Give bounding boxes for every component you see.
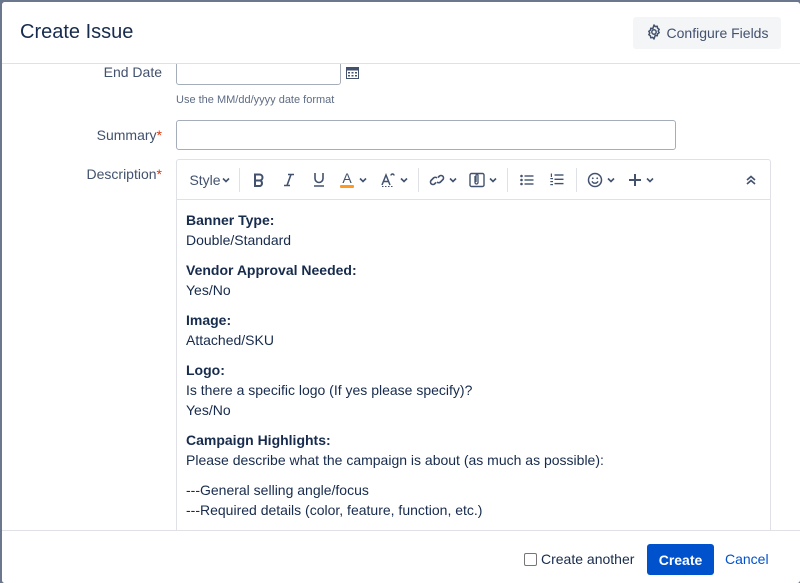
dialog-footer: Create another Create Cancel [2,530,800,583]
bullet-list-button[interactable] [512,166,542,194]
italic-button[interactable] [274,166,304,194]
create-issue-dialog: Create Issue Configure Fields End Date U… [2,2,800,583]
content-line: Attached/SKU [186,332,274,348]
create-button[interactable]: Create [647,544,714,575]
chevron-down-icon [606,177,615,183]
editor-content[interactable]: Banner Type: Double/Standard Vendor Approv… [186,210,761,530]
text-color-swatch [340,185,354,188]
content-heading: Vendor Approval Needed: [186,262,357,278]
plus-icon [628,173,642,187]
content-line: Double/Standard [186,232,292,248]
create-another-checkbox[interactable] [524,552,537,566]
bold-icon [252,173,266,187]
content-heading: Banner Type: [186,212,275,228]
text-formatting-button[interactable] [374,166,414,194]
text-color-letter: A [342,170,352,186]
emoji-icon [587,172,603,188]
toolbar-divider [507,167,508,192]
content-block: Image: Attached/SKU [186,310,761,350]
insert-more-button[interactable] [621,166,661,194]
numbered-list-icon [550,173,564,186]
editor-toolbar: Style A [177,160,770,200]
content-heading: Image: [186,312,232,328]
description-label: Description* [2,166,162,182]
summary-input[interactable] [176,120,676,150]
bold-button[interactable] [244,166,274,194]
summary-label-text: Summary [96,127,157,143]
style-dropdown[interactable]: Style [185,166,235,194]
double-chevron-up-icon [745,174,757,186]
end-date-input[interactable] [176,64,341,85]
dialog-body[interactable]: End Date Use the MM/dd/yyyy date format … [2,64,800,530]
italic-icon [282,173,296,187]
bullet-list-icon [520,174,534,186]
content-line: ---Required details (color, feature, fun… [186,502,483,518]
text-color-button[interactable]: A [334,166,374,194]
description-label-text: Description [86,166,157,182]
collapse-toolbar-button[interactable] [736,166,766,194]
content-block: ---General selling angle/focus ---Require… [186,480,761,520]
gear-icon [646,23,662,43]
chevron-down-icon [645,177,654,183]
underline-button[interactable] [304,166,334,194]
text-color-icon: A [340,171,354,188]
chevron-down-icon [399,177,408,183]
content-heading: Logo: [186,362,225,378]
create-another-option[interactable]: Create another [524,551,634,567]
chevron-down-icon [221,177,230,183]
chevron-down-icon [488,177,497,183]
end-date-label: End Date [103,64,162,80]
content-block: Campaign Highlights: Please describe what… [186,430,761,470]
content-line: Is there a specific logo (If yes please … [186,382,473,398]
description-editor[interactable]: Style A Banner Type: Double/Standard Ven… [176,159,771,530]
text-formatting-icon [380,172,396,187]
toolbar-divider [239,167,240,192]
create-another-label: Create another [541,551,635,567]
required-mark: * [156,166,162,182]
calendar-icon[interactable] [346,66,359,84]
content-heading: Campaign Highlights: [186,432,331,448]
underline-icon [312,172,326,187]
link-button[interactable] [423,166,463,194]
end-date-hint: Use the MM/dd/yyyy date format [176,94,335,106]
link-icon [429,173,445,187]
attachment-button[interactable] [463,166,503,194]
content-line: Yes/No [186,282,231,298]
content-line: Please describe what the campaign is abo… [186,452,604,468]
configure-fields-button[interactable]: Configure Fields [633,17,781,49]
toolbar-divider [576,167,577,192]
emoji-button[interactable] [581,166,621,194]
dialog-header: Create Issue Configure Fields [2,2,800,64]
style-dropdown-label: Style [189,171,221,188]
numbered-list-button[interactable] [542,166,572,194]
content-block: Vendor Approval Needed: Yes/No [186,260,761,300]
content-block: Banner Type: Double/Standard [186,210,761,250]
chevron-down-icon [359,177,367,183]
configure-fields-label: Configure Fields [666,25,769,41]
content-line: Yes/No [186,402,231,418]
summary-label: Summary* [2,127,162,143]
required-mark: * [156,127,162,143]
dialog-title: Create Issue [20,21,134,43]
content-block: Logo: Is there a specific logo (If yes pl… [186,360,761,420]
cancel-link[interactable]: Cancel [725,551,769,567]
chevron-down-icon [448,177,457,183]
toolbar-divider [418,167,419,192]
attachment-icon [468,172,485,188]
content-line: ---General selling angle/focus [186,482,369,498]
